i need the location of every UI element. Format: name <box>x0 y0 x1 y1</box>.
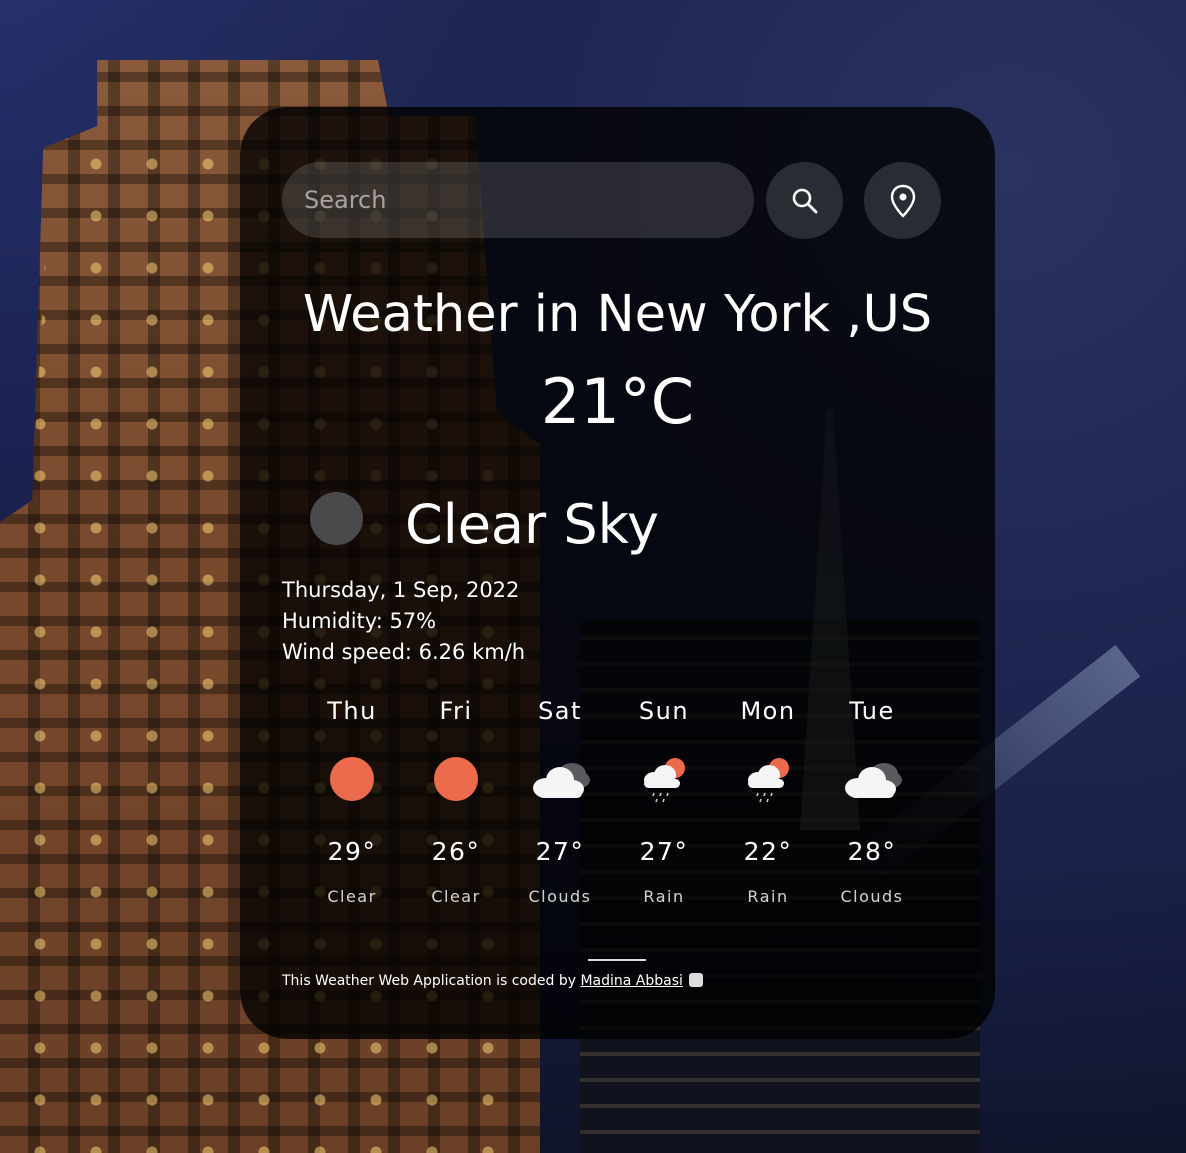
forecast-temp: 26° <box>431 837 481 866</box>
rain-icon <box>644 758 685 803</box>
forecast-day-name: Fri <box>439 697 473 725</box>
forecast-desc: Rain <box>643 887 685 906</box>
clouds-icon <box>533 763 590 798</box>
forecast-day: Fri 26° Clear <box>404 697 508 927</box>
author-link[interactable]: Madina Abbasi <box>580 973 682 989</box>
forecast-temp: 29° <box>327 837 377 866</box>
forecast-temp: 28° <box>847 837 897 866</box>
forecast-day: Sat 27° Clouds <box>508 697 612 927</box>
location-button[interactable] <box>864 162 941 239</box>
city-title: Weather in New York ,US <box>302 285 933 344</box>
forecast-temp: 27° <box>535 837 585 866</box>
clouds-icon <box>845 763 902 798</box>
forecast-desc: Clear <box>431 887 481 906</box>
current-temperature: 21°C <box>540 365 695 438</box>
search-row <box>282 162 942 240</box>
forecast-desc: Clear <box>327 887 377 906</box>
footer: This Weather Web Application is coded by… <box>282 973 704 989</box>
location-pin-icon <box>890 184 915 217</box>
forecast-day: Tue 28° Clouds <box>820 697 924 927</box>
forecast-temp: 22° <box>743 837 793 866</box>
forecast-desc: Clouds <box>528 887 592 906</box>
condition-text: Clear Sky <box>405 493 659 556</box>
forecast-day: Mon 22° Rain <box>716 697 820 927</box>
condition-icon <box>310 492 363 545</box>
sun-icon <box>330 757 374 801</box>
footer-divider <box>588 959 646 961</box>
date-text: Thursday, 1 Sep, 2022 <box>282 578 520 602</box>
search-icon <box>792 188 817 213</box>
forecast: Thu 29° Clear Fri 26° Clear Sat 27° Clou… <box>300 697 924 927</box>
search-input[interactable] <box>282 162 754 238</box>
forecast-desc: Rain <box>747 887 789 906</box>
wind-text: Wind speed: 6.26 km/h <box>282 640 526 664</box>
forecast-day: Thu 29° Clear <box>300 697 404 927</box>
forecast-day-name: Thu <box>327 697 377 725</box>
forecast-day-name: Tue <box>849 697 895 725</box>
forecast-desc: Clouds <box>840 887 904 906</box>
weather-details: Thursday, 1 Sep, 2022 Humidity: 57% Wind… <box>282 575 525 668</box>
sun-icon <box>434 757 478 801</box>
search-button[interactable] <box>766 162 843 239</box>
forecast-day-name: Mon <box>740 697 796 725</box>
forecast-temp: 27° <box>639 837 689 866</box>
footer-text: This Weather Web Application is coded by <box>282 973 581 989</box>
humidity-text: Humidity: 57% <box>282 609 437 633</box>
forecast-day-name: Sun <box>638 697 690 725</box>
author-emoji-icon <box>689 973 704 987</box>
weather-card: Weather in New York ,US 21°C Clear Sky T… <box>240 107 995 1039</box>
forecast-day-name: Sat <box>538 697 582 725</box>
rain-icon <box>748 758 789 803</box>
forecast-day: Sun 27° Rain <box>612 697 716 927</box>
